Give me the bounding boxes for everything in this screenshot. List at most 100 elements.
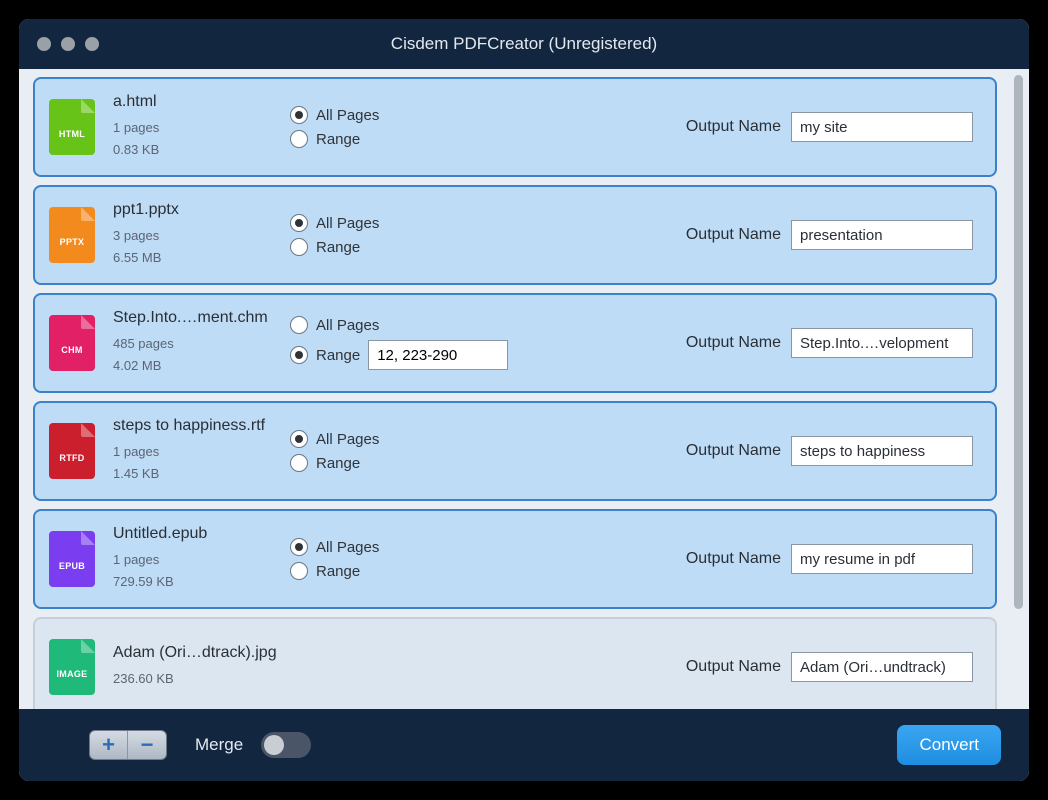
range-label: Range [316, 455, 360, 472]
file-name: ppt1.pptx [113, 201, 290, 219]
page-selection: All Pages Range [290, 208, 530, 262]
output-name-input[interactable] [791, 436, 973, 466]
minimize-window-icon[interactable] [61, 37, 75, 51]
all-pages-radio[interactable] [290, 214, 308, 232]
file-row[interactable]: RTFD steps to happiness.rtf 1 pages1.45 KB… [33, 401, 997, 501]
all-pages-label: All Pages [316, 539, 379, 556]
footer: + − Merge Convert [19, 709, 1029, 781]
output-name-input[interactable] [791, 112, 973, 142]
file-pages: 1 pages [113, 549, 290, 571]
file-size: 1.45 KB [113, 463, 290, 485]
all-pages-radio[interactable] [290, 316, 308, 334]
range-radio[interactable] [290, 346, 308, 364]
file-row[interactable]: CHMStep.Into.…ment.chm485 pages4.02 MBAl… [33, 293, 997, 393]
file-meta: 1 pages1.45 KB [113, 441, 290, 485]
file-meta: 236.60 KB [113, 668, 290, 690]
window-controls [19, 37, 99, 51]
range-label: Range [316, 563, 360, 580]
file-info: Step.Into.…ment.chm 485 pages4.02 MB [95, 309, 290, 377]
all-pages-label: All Pages [316, 107, 379, 124]
titlebar: Cisdem PDFCreator (Unregistered) [19, 19, 1029, 69]
file-meta: 1 pages729.59 KB [113, 549, 290, 593]
merge-label: Merge [195, 735, 243, 755]
file-type-icon: PPTX [49, 207, 95, 263]
file-meta: 1 pages0.83 KB [113, 117, 290, 161]
output-name-label: Output Name [686, 658, 781, 676]
file-info: ppt1.pptx 3 pages6.55 MB [95, 201, 290, 269]
file-pages: 1 pages [113, 441, 290, 463]
output-name-label: Output Name [686, 226, 781, 244]
file-name: steps to happiness.rtf [113, 417, 290, 435]
add-remove-group: + − [89, 730, 167, 760]
file-row[interactable]: EPUBUntitled.epub1 pages729.59 KBAll Pag… [33, 509, 997, 609]
range-label: Range [316, 347, 360, 364]
file-size: 0.83 KB [113, 139, 290, 161]
range-radio[interactable] [290, 130, 308, 148]
file-name: a.html [113, 93, 290, 111]
page-selection: All Pages Range [290, 424, 530, 478]
output-group: Output Name [530, 544, 973, 574]
file-size: 729.59 KB [113, 571, 290, 593]
file-info: steps to happiness.rtf 1 pages1.45 KB [95, 417, 290, 485]
page-selection: All Pages Range [290, 100, 530, 154]
file-type-icon: IMAGE [49, 639, 95, 695]
file-type-icon: CHM [49, 315, 95, 371]
file-info: a.html 1 pages0.83 KB [95, 93, 290, 161]
file-row[interactable]: HTML a.html 1 pages0.83 KB All Pages Range Ou… [33, 77, 997, 177]
output-group: Output Name [530, 436, 973, 466]
add-file-button[interactable]: + [90, 731, 128, 759]
output-name-label: Output Name [686, 442, 781, 460]
file-info: Adam (Ori…dtrack).jpg 236.60 KB [95, 644, 290, 690]
range-radio[interactable] [290, 454, 308, 472]
range-label: Range [316, 239, 360, 256]
window-title: Cisdem PDFCreator (Unregistered) [19, 34, 1029, 54]
file-row[interactable]: IMAGE Adam (Ori…dtrack).jpg 236.60 KB Outpu… [33, 617, 997, 709]
output-name-label: Output Name [686, 334, 781, 352]
file-list: HTMLa.html1 pages0.83 KBAll PagesRangeOu… [19, 69, 1007, 709]
file-size: 4.02 MB [113, 355, 290, 377]
output-group: Output Name [530, 652, 973, 682]
scrollbar[interactable] [1007, 69, 1029, 709]
app-window: Cisdem PDFCreator (Unregistered) HTMLa.h… [19, 19, 1029, 781]
file-name: Step.Into.…ment.chm [113, 309, 290, 327]
file-name: Untitled.epub [113, 525, 290, 543]
file-meta: 3 pages6.55 MB [113, 225, 290, 269]
all-pages-label: All Pages [316, 431, 379, 448]
all-pages-radio[interactable] [290, 106, 308, 124]
merge-toggle[interactable] [261, 732, 311, 758]
scrollbar-thumb[interactable] [1014, 75, 1023, 609]
output-group: Output Name [530, 112, 973, 142]
output-name-label: Output Name [686, 118, 781, 136]
output-name-input[interactable] [791, 544, 973, 574]
range-radio[interactable] [290, 562, 308, 580]
file-size: 236.60 KB [113, 668, 290, 690]
output-name-input[interactable] [791, 652, 973, 682]
all-pages-radio[interactable] [290, 538, 308, 556]
file-row[interactable]: PPTX ppt1.pptx 3 pages6.55 MB All Pages Rang… [33, 185, 997, 285]
output-name-label: Output Name [686, 550, 781, 568]
range-label: Range [316, 131, 360, 148]
range-input[interactable] [368, 340, 508, 370]
file-type-icon: RTFD [49, 423, 95, 479]
close-window-icon[interactable] [37, 37, 51, 51]
file-type-icon: HTML [49, 99, 95, 155]
range-radio[interactable] [290, 238, 308, 256]
all-pages-label: All Pages [316, 215, 379, 232]
file-size: 6.55 MB [113, 247, 290, 269]
file-pages: 3 pages [113, 225, 290, 247]
remove-file-button[interactable]: − [128, 731, 166, 759]
output-group: Output Name [530, 328, 973, 358]
output-name-input[interactable] [791, 220, 973, 250]
file-pages: 485 pages [113, 333, 290, 355]
page-selection: All Pages Range [290, 310, 530, 376]
convert-button[interactable]: Convert [897, 725, 1001, 765]
maximize-window-icon[interactable] [85, 37, 99, 51]
all-pages-radio[interactable] [290, 430, 308, 448]
file-name: Adam (Ori…dtrack).jpg [113, 644, 290, 662]
file-pages: 1 pages [113, 117, 290, 139]
output-group: Output Name [530, 220, 973, 250]
page-selection: All Pages Range [290, 532, 530, 586]
file-info: Untitled.epub 1 pages729.59 KB [95, 525, 290, 593]
output-name-input[interactable] [791, 328, 973, 358]
all-pages-label: All Pages [316, 317, 379, 334]
